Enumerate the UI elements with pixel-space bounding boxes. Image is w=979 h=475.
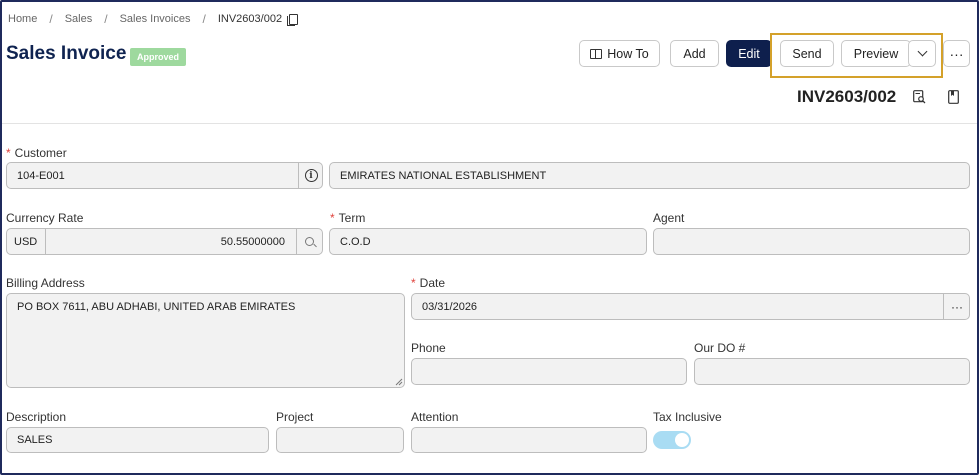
status-badge: Approved <box>130 48 186 66</box>
how-to-button[interactable]: How To <box>579 40 660 67</box>
term-label: * Term <box>330 211 366 225</box>
search-icon <box>305 237 314 246</box>
agent-input[interactable] <box>653 228 970 255</box>
breadcrumb-separator: / <box>104 12 108 26</box>
date-picker-button[interactable]: ··· <box>943 293 970 320</box>
header-divider <box>2 123 977 124</box>
more-actions-button[interactable]: ··· <box>943 40 970 67</box>
customer-info-button[interactable]: i <box>298 162 323 189</box>
term-input[interactable]: C.O.D <box>329 228 647 255</box>
description-input[interactable]: SALES <box>6 427 269 453</box>
document-number: INV2603/002 <box>797 87 897 106</box>
date-label: * Date <box>411 276 446 290</box>
billing-address-textarea[interactable]: PO BOX 7611, ABU ADHABI, UNITED ARAB EMI… <box>6 293 405 388</box>
document-search-icon[interactable] <box>913 90 926 104</box>
attention-input[interactable] <box>411 427 647 453</box>
our-do-input[interactable] <box>694 358 970 385</box>
add-button[interactable]: Add <box>670 40 719 67</box>
breadcrumb-sales-invoices[interactable]: Sales Invoices <box>120 13 191 25</box>
currency-rate-label: Currency Rate <box>6 211 84 225</box>
breadcrumb-separator: / <box>202 12 206 26</box>
project-label: Project <box>276 410 314 424</box>
breadcrumb-home[interactable]: Home <box>8 13 37 25</box>
how-to-label: How To <box>607 46 649 61</box>
breadcrumb: Home / Sales / Sales Invoices / INV2603/… <box>8 12 299 26</box>
book-icon <box>590 48 603 59</box>
attention-label: Attention <box>411 410 459 424</box>
project-input[interactable] <box>276 427 404 453</box>
description-label: Description <box>6 410 67 424</box>
toggle-knob <box>675 433 689 447</box>
copy-icon[interactable] <box>287 13 299 26</box>
tax-inclusive-toggle[interactable] <box>653 431 691 449</box>
bookmark-icon[interactable] <box>948 90 959 104</box>
page-title: Sales Invoice <box>6 43 127 64</box>
customer-label: * Customer <box>6 146 67 160</box>
breadcrumb-sales[interactable]: Sales <box>65 13 93 25</box>
edit-button[interactable]: Edit <box>726 40 772 67</box>
breadcrumb-separator: / <box>49 12 53 26</box>
resize-grip-icon[interactable] <box>395 378 403 386</box>
currency-code-input[interactable]: USD <box>6 228 46 255</box>
info-icon: i <box>304 169 318 182</box>
agent-label: Agent <box>653 211 685 225</box>
billing-address-label: Billing Address <box>6 276 85 290</box>
our-do-label: Our DO # <box>694 341 746 355</box>
currency-search-button[interactable] <box>296 228 322 255</box>
customer-code-input[interactable]: 104-E001 <box>6 162 323 189</box>
phone-input[interactable] <box>411 358 687 385</box>
breadcrumb-current: INV2603/002 <box>217 13 283 25</box>
phone-label: Phone <box>411 341 446 355</box>
date-input[interactable]: 03/31/2026 <box>411 293 970 320</box>
customer-name-input[interactable]: EMIRATES NATIONAL ESTABLISHMENT <box>329 162 970 189</box>
highlight-annotation <box>770 33 943 78</box>
currency-rate-input[interactable]: 50.55000000 <box>46 228 294 255</box>
tax-inclusive-label: Tax Inclusive <box>653 410 722 424</box>
